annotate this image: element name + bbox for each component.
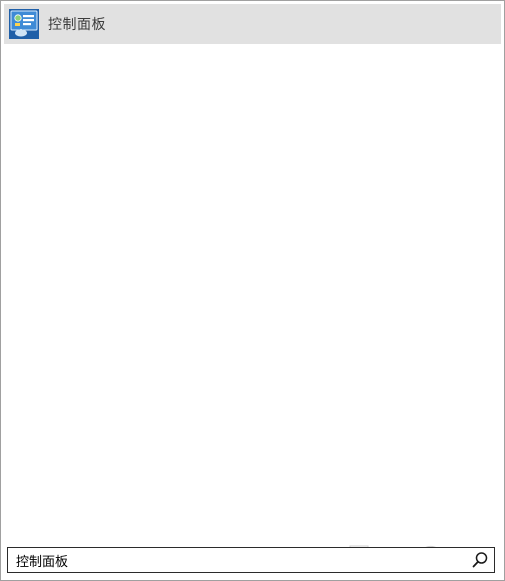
result-item-control-panel[interactable]: 控制面板 (4, 4, 501, 44)
result-label: 控制面板 (48, 17, 106, 33)
search-box[interactable] (7, 547, 495, 573)
control-panel-icon (9, 9, 39, 39)
start-search-window: 控制面板 (0, 0, 505, 581)
search-input[interactable] (8, 549, 471, 571)
search-icon[interactable] (471, 551, 489, 569)
search-results-list: 控制面板 (4, 4, 501, 44)
